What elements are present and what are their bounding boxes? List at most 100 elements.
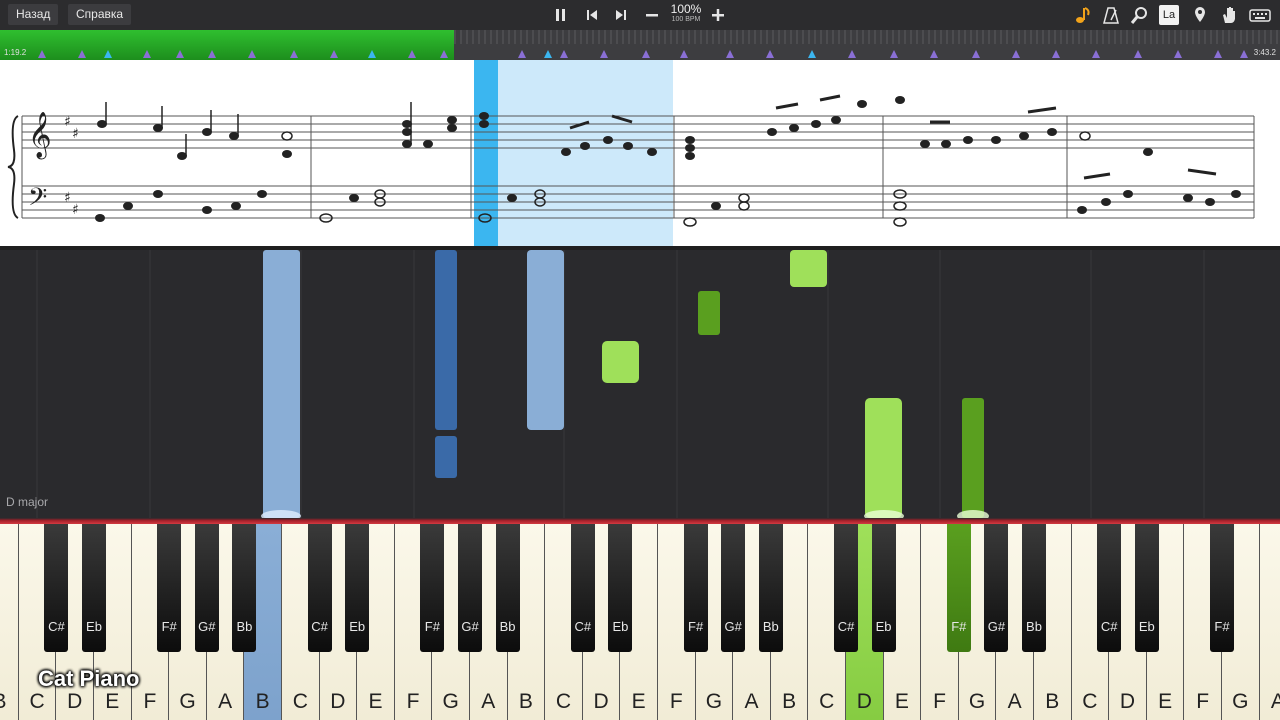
bpm-value: 100 BPM [671,16,701,23]
white-key-label: G [705,690,723,713]
black-key-label: C# [48,619,65,634]
black-key-label: G# [724,619,742,634]
black-key[interactable]: C# [44,524,69,652]
white-key-label: E [631,690,646,713]
black-key-label: F# [1214,619,1230,634]
current-time: 1:19.2 [4,48,27,57]
black-key-label: Eb [612,619,629,634]
black-key[interactable]: Eb [82,524,106,652]
falling-note-right-hand [698,291,720,335]
song-timeline[interactable]: 1:19.2 3:43.2 [0,30,1280,60]
falling-note-left-hand [435,250,457,430]
white-key-label: D [856,690,872,713]
white-key-label: E [1158,690,1173,713]
pause-icon[interactable] [551,5,571,25]
timeline-markers [38,50,1248,58]
metronome-icon[interactable] [1101,5,1121,25]
black-key-label: C# [574,619,592,634]
white-key-label: B [0,690,18,714]
plus-speed-icon[interactable] [708,5,728,25]
black-key[interactable]: F# [683,524,708,652]
keyboard-icon[interactable] [1249,5,1271,25]
black-key[interactable]: Eb [345,524,370,652]
black-key[interactable]: Bb [232,524,257,652]
white-key-label: F [669,690,683,713]
black-key-label: Bb [236,619,253,634]
total-time: 3:43.2 [1253,48,1276,57]
white-key-label: D [330,690,346,713]
skip-forward-icon[interactable] [611,5,631,25]
white-key-label: C [29,690,45,713]
black-key[interactable]: Eb [608,524,633,652]
white-key-label: C [1082,690,1098,713]
black-key-label: G# [198,619,216,634]
white-key-label: A [1270,690,1280,713]
black-key-label: C# [837,619,855,634]
speed-percent: 100% [670,2,702,16]
black-key[interactable]: Eb [871,524,896,652]
falling-note-left-hand-light [527,250,564,430]
piano-keyboard[interactable]: BCDEFGABCDEFGABCDEFGABCDEFGABCDEFGABBbC#… [0,524,1280,720]
black-key-label: Eb [875,619,892,634]
speed-display: 100% 100 BPM [664,3,708,24]
white-key-label: B [1045,690,1060,713]
bass-clef: 𝄢 [28,183,47,218]
black-key-label: F# [424,619,440,634]
search-icon[interactable] [1130,5,1150,25]
white-key-label: F [406,690,420,713]
black-key[interactable]: C# [307,524,332,652]
black-key[interactable]: Bb [1022,524,1046,652]
black-key[interactable]: G# [984,524,1009,652]
white-key-label: B [518,690,533,713]
sheet-music: 𝄞 𝄢 ♯ ♯ ♯ ♯ [0,60,1280,246]
white-key-label: A [744,690,759,713]
white-key-label: A [1007,690,1022,713]
white-key-label: C [555,690,572,713]
key-signature-label: D major [6,495,49,509]
black-key-label: G# [987,619,1006,634]
treble-clef: 𝄞 [28,112,52,160]
brace [7,115,19,219]
black-key[interactable]: G# [194,524,219,652]
white-key-label: B [782,690,797,713]
white-key-label: F [1196,690,1210,713]
location-pin-icon[interactable] [1190,5,1210,25]
white-key-label: A [481,690,496,713]
note-icon[interactable] [1072,5,1092,25]
black-key[interactable]: Bb [758,524,783,652]
svg-text:♯: ♯ [72,126,79,142]
falling-note-right-hand-light [865,398,902,518]
white-key[interactable]: A [1259,524,1280,720]
black-key-label: Eb [1138,619,1155,634]
hand-icon[interactable] [1219,5,1239,25]
back-button[interactable]: Назад [8,4,59,25]
black-key[interactable]: G# [721,524,746,652]
black-key[interactable]: F# [1210,524,1234,652]
skip-back-icon[interactable] [582,5,602,25]
black-key[interactable]: C# [1097,524,1122,652]
black-key[interactable]: F# [157,524,182,652]
white-key-label: C [819,690,835,713]
black-key[interactable]: C# [834,524,858,652]
minus-speed-icon[interactable] [642,5,662,25]
black-key-label: Eb [349,619,366,634]
black-key[interactable]: F# [946,524,971,652]
roll-gridlines [36,250,1205,518]
black-key[interactable]: F# [420,524,445,652]
top-toolbar: Назад Справка 100% 100 BPM La [0,0,1280,30]
black-key[interactable]: Bb [495,524,520,652]
white-key[interactable]: B [0,524,19,720]
falling-note-left-hand-long [263,250,300,518]
language-button[interactable]: La [1159,5,1179,25]
black-key-label: F# [688,619,704,634]
white-key-label: D [1119,690,1136,713]
white-key-label: E [105,690,120,713]
black-key[interactable]: G# [458,524,482,652]
svg-text:♯: ♯ [72,202,79,218]
white-key-label: G [179,690,196,713]
help-button[interactable]: Справка [68,4,132,25]
black-key[interactable]: Eb [1134,524,1159,652]
white-key-label: F [143,690,157,713]
black-key[interactable]: C# [570,524,595,652]
black-key-label: C# [1100,619,1118,634]
